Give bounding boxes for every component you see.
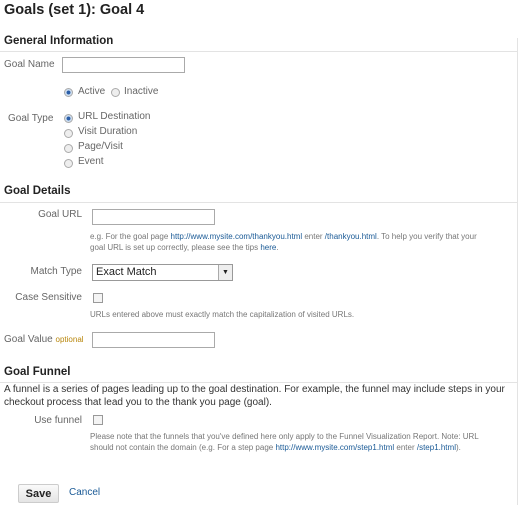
step-url-link[interactable]: http://www.mysite.com/step1.html	[275, 443, 394, 452]
help-text: goal URL is set up correctly, please see…	[90, 243, 261, 252]
match-type-value: Exact Match	[96, 266, 157, 278]
example-path-link[interactable]: /thankyou.html	[325, 232, 377, 241]
match-type-select[interactable]: Exact Match ▼	[92, 264, 233, 281]
visit-duration-label: Visit Duration	[78, 126, 138, 137]
url-destination-radio[interactable]	[64, 114, 73, 123]
help-text: .	[276, 243, 279, 252]
event-label: Event	[78, 156, 104, 167]
case-sensitive-checkbox[interactable]	[93, 293, 103, 303]
divider	[0, 51, 517, 52]
goal-name-input[interactable]	[62, 57, 185, 73]
general-heading: General Information	[4, 35, 114, 47]
cancel-link[interactable]: Cancel	[69, 487, 100, 498]
goal-value-text: Goal Value	[4, 334, 53, 345]
page-visit-label: Page/Visit	[78, 141, 123, 152]
active-radio[interactable]	[64, 88, 73, 97]
help-text: e.g. For the goal page	[90, 232, 171, 241]
details-heading: Goal Details	[4, 185, 71, 197]
funnel-desc-line: checkout process that lead you to the th…	[4, 397, 272, 408]
match-type-label: Match Type	[30, 266, 82, 277]
example-url-link[interactable]: http://www.mysite.com/thankyou.html	[171, 232, 303, 241]
url-destination-label: URL Destination	[78, 111, 151, 122]
case-sensitive-label: Case Sensitive	[15, 292, 82, 303]
visit-duration-radio[interactable]	[64, 129, 73, 138]
note-text: enter	[394, 443, 417, 452]
funnel-description: A funnel is a series of pages leading up…	[4, 383, 505, 409]
goal-url-label: Goal URL	[38, 209, 82, 220]
inactive-radio[interactable]	[111, 88, 120, 97]
step-path-link[interactable]: /step1.html	[417, 443, 456, 452]
note-text: ).	[455, 443, 461, 452]
tips-here-link[interactable]: here	[260, 243, 276, 252]
save-button[interactable]: Save	[18, 484, 59, 503]
event-radio[interactable]	[64, 159, 73, 168]
help-text: enter	[302, 232, 325, 241]
divider	[0, 202, 517, 203]
active-label: Active	[78, 86, 106, 97]
goal-url-input[interactable]	[92, 209, 215, 225]
funnel-desc-line: A funnel is a series of pages leading up…	[4, 384, 505, 395]
inactive-label: Inactive	[124, 86, 159, 97]
page-title: Goals (set 1): Goal 4	[4, 2, 145, 18]
funnel-note: Please note that the funnels that you've…	[90, 431, 479, 453]
case-sensitive-help: URLs entered above must exactly match th…	[90, 310, 355, 319]
help-text: . To help you verify that your	[376, 232, 477, 241]
chevron-down-icon[interactable]: ▼	[218, 265, 232, 280]
divider	[517, 38, 518, 505]
note-text: should not contain the domain (e.g. For …	[90, 443, 276, 452]
funnel-heading: Goal Funnel	[4, 366, 71, 378]
goal-value-input[interactable]	[92, 332, 215, 348]
goal-name-label: Goal Name	[4, 59, 55, 70]
goal-type-label: Goal Type	[8, 113, 54, 124]
use-funnel-label: Use funnel	[34, 415, 82, 426]
optional-tag: optional	[55, 335, 84, 344]
goal-value-label: Goal Value optional	[4, 334, 84, 345]
goal-url-help: e.g. For the goal page http://www.mysite…	[90, 231, 477, 253]
page-visit-radio[interactable]	[64, 144, 73, 153]
use-funnel-checkbox[interactable]	[93, 415, 103, 425]
note-text: Please note that the funnels that you've…	[90, 432, 479, 441]
